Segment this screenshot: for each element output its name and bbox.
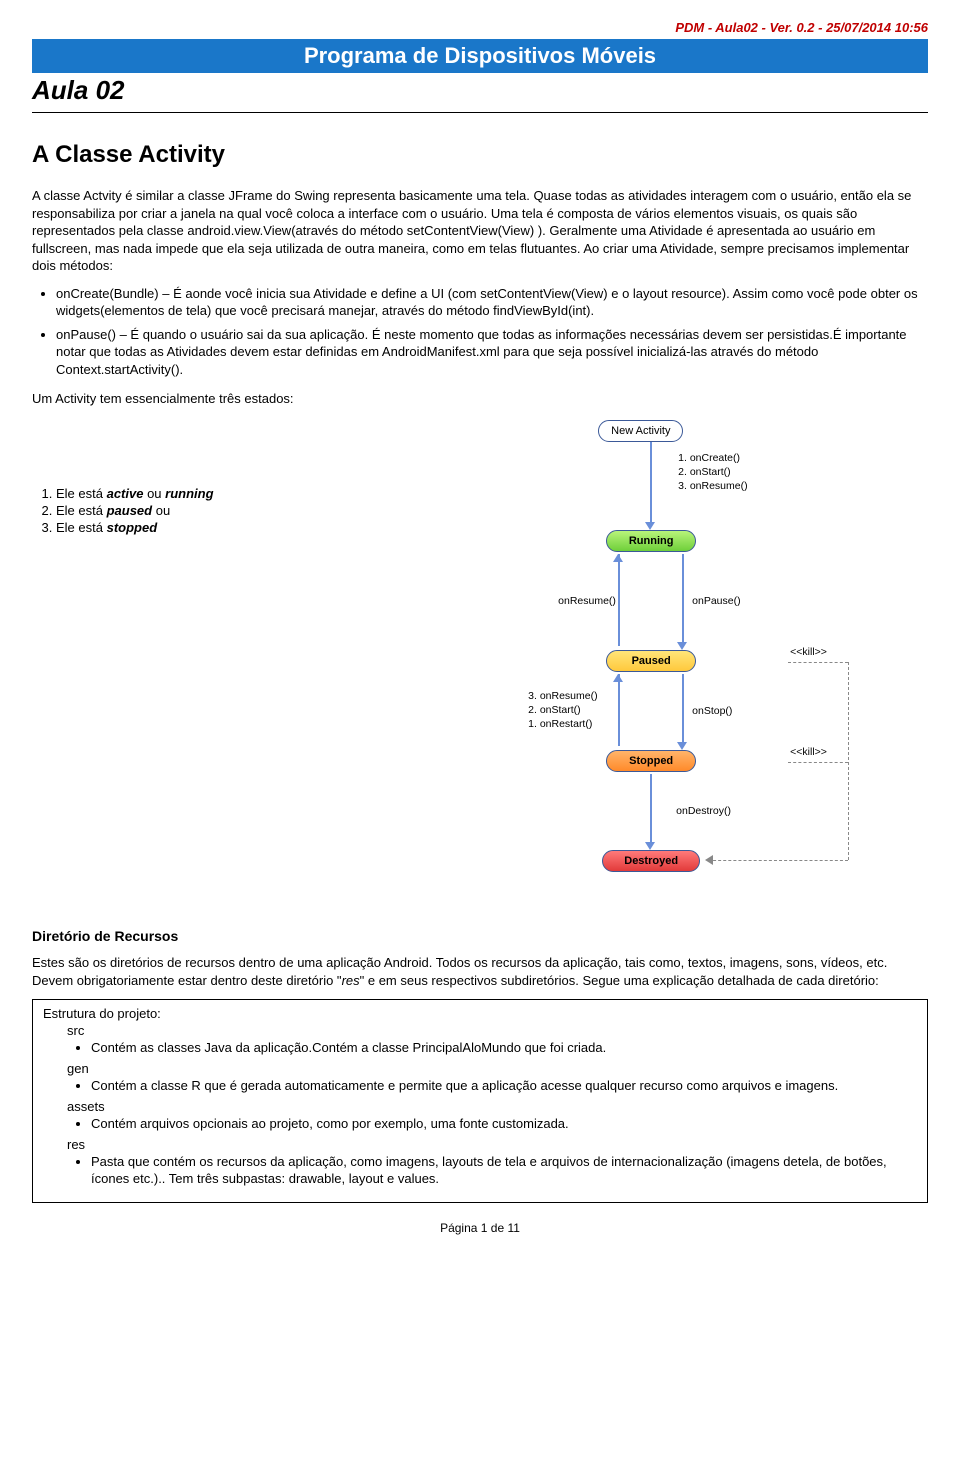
list-item: onCreate(Bundle) – É aonde você inicia s…: [56, 285, 928, 320]
list-item: Ele está active ou running: [56, 486, 408, 501]
node-new-activity: New Activity: [598, 420, 683, 442]
resources-intro: Estes são os diretórios de recursos dent…: [32, 954, 928, 989]
dir-assets: assets: [67, 1099, 917, 1114]
states-list: Ele está active ou running Ele está paus…: [56, 486, 408, 535]
methods-list: onCreate(Bundle) – É aonde você inicia s…: [56, 285, 928, 379]
list-item: onPause() – É quando o usuário sai da su…: [56, 326, 928, 379]
node-stopped: Stopped: [606, 750, 696, 772]
label-kill2: <<kill>>: [790, 746, 827, 758]
dir-res: res: [67, 1137, 917, 1152]
page-footer: Página 1 de 11: [32, 1221, 928, 1235]
resources-title: Diretório de Recursos: [32, 928, 928, 944]
struct-title: Estrutura do projeto:: [43, 1006, 917, 1021]
label-onresume2: onResume(): [558, 595, 616, 607]
dir-src-desc: Contém as classes Java da aplicação.Cont…: [91, 1040, 917, 1057]
project-structure-box: Estrutura do projeto: src Contém as clas…: [32, 999, 928, 1202]
node-running: Running: [606, 530, 696, 552]
dir-gen: gen: [67, 1061, 917, 1076]
divider: [32, 112, 928, 113]
dir-res-desc: Pasta que contém os recursos da aplicaçã…: [91, 1154, 917, 1188]
label-kill: <<kill>>: [790, 646, 827, 658]
doc-meta: PDM - Aula02 - Ver. 0.2 - 25/07/2014 10:…: [32, 20, 928, 35]
label-onpause: onPause(): [692, 595, 740, 607]
intro-paragraph: A classe Actvity é similar a classe JFra…: [32, 187, 928, 275]
label-oncreate: 1. onCreate(): [678, 452, 740, 464]
program-title: Programa de Dispositivos Móveis: [32, 39, 928, 73]
section-title: A Classe Activity: [32, 141, 928, 169]
node-paused: Paused: [606, 650, 696, 672]
states-intro: Um Activity tem essencialmente três esta…: [32, 390, 928, 408]
lifecycle-diagram: New Activity 1. onCreate() 2. onStart() …: [458, 420, 878, 900]
dir-src: src: [67, 1023, 917, 1038]
label-onresume: 3. onResume(): [678, 480, 747, 492]
label-onstop: onStop(): [692, 705, 732, 717]
node-destroyed: Destroyed: [602, 850, 700, 872]
lesson-title: Aula 02: [32, 75, 928, 106]
list-item: Ele está stopped: [56, 520, 408, 535]
dir-assets-desc: Contém arquivos opcionais ao projeto, co…: [91, 1116, 917, 1133]
dir-gen-desc: Contém a classe R que é gerada automatic…: [91, 1078, 917, 1095]
label-onstart: 2. onStart(): [678, 466, 731, 478]
label-r2: 2. onStart(): [528, 704, 581, 716]
list-item: Ele está paused ou: [56, 503, 408, 518]
label-ondestroy: onDestroy(): [676, 805, 731, 817]
label-r1: 3. onResume(): [528, 690, 597, 702]
label-r3: 1. onRestart(): [528, 718, 592, 730]
